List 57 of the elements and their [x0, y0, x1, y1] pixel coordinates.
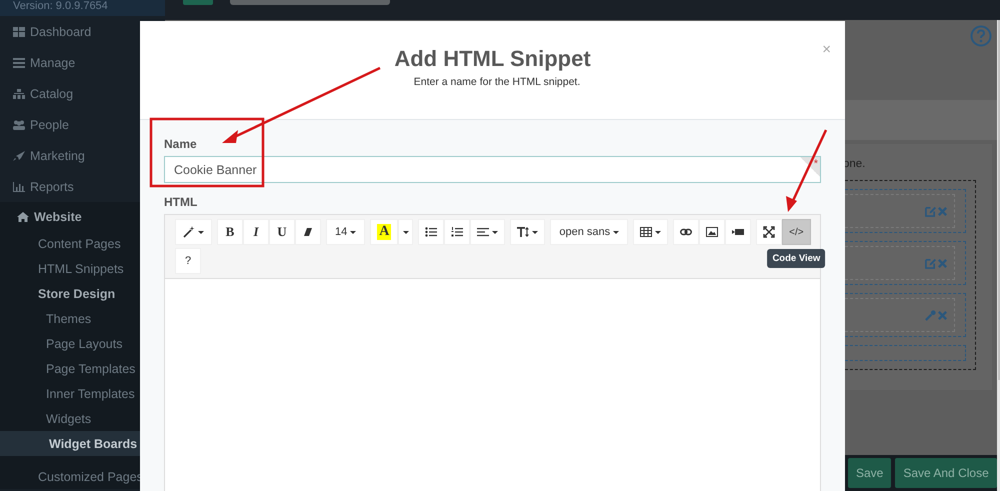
list-icon [13, 58, 25, 68]
image-icon [706, 226, 718, 238]
align-icon [477, 226, 490, 238]
field-label: HTML [164, 195, 198, 208]
line-height-button[interactable] [510, 219, 546, 245]
toolbar-button[interactable]: open sans [550, 219, 628, 245]
magic-wand-icon [183, 226, 195, 238]
nav-item[interactable]: Reports [0, 171, 165, 202]
nav-item[interactable]: People [0, 109, 165, 140]
save-button[interactable]: Save And Close [895, 458, 997, 488]
bold-button[interactable]: B [217, 219, 243, 245]
video-icon [732, 226, 744, 238]
bullet-list-button[interactable] [418, 219, 444, 245]
link-icon [680, 226, 692, 238]
nav-item[interactable]: Marketing [0, 140, 165, 171]
underline-button[interactable]: U [269, 219, 295, 245]
eraser-icon [302, 226, 314, 238]
dropdown-button[interactable] [398, 219, 414, 245]
nav-item[interactable]: Catalog [0, 78, 165, 109]
rocket-icon [13, 150, 25, 160]
name-field[interactable]: Cookie Banner * [164, 156, 821, 183]
align-button[interactable] [470, 219, 506, 245]
version-label: Version: 9.0.9.7654 [0, 0, 165, 16]
text-height-icon [517, 226, 530, 238]
highlight-button[interactable]: A [370, 219, 398, 245]
nav-item[interactable]: Website [0, 203, 165, 231]
bullet-list-icon [425, 226, 438, 238]
dialog-title: Add HTML Snippet [394, 46, 591, 72]
table-icon [640, 226, 652, 238]
magic-wand-button[interactable] [175, 219, 212, 245]
top-bar-field[interactable] [230, 0, 390, 5]
numbered-list-button[interactable] [444, 219, 470, 245]
house-icon [17, 212, 29, 222]
fullscreen-icon [763, 226, 776, 238]
save-button[interactable]: Save [848, 458, 892, 488]
eraser-button[interactable] [295, 219, 321, 245]
close-button[interactable]: × [820, 41, 833, 58]
link-button[interactable] [673, 219, 700, 245]
toolbar-button[interactable]: ? [175, 248, 201, 274]
people-icon [13, 120, 25, 130]
bar-chart-icon [13, 182, 25, 192]
grid-icon [13, 26, 25, 36]
nav-item[interactable]: Manage [0, 47, 165, 78]
image-button[interactable] [699, 219, 726, 245]
numbered-list-icon [451, 226, 464, 238]
fullscreen-button[interactable] [756, 219, 782, 245]
table-button[interactable] [633, 219, 668, 245]
italic-button[interactable]: I [243, 219, 269, 245]
field-label: Name [164, 137, 198, 150]
code-view-button[interactable]: </> [782, 219, 811, 245]
tooltip: Code View [767, 249, 826, 268]
required-mark: * [800, 157, 820, 177]
dialog-subtitle: Enter a name for the HTML snippet. [412, 76, 580, 88]
video-button[interactable] [725, 219, 752, 245]
sitemap-icon [13, 88, 25, 98]
toolbar-button[interactable]: 14 [326, 219, 366, 245]
nav-item[interactable]: Dashboard [0, 16, 165, 47]
